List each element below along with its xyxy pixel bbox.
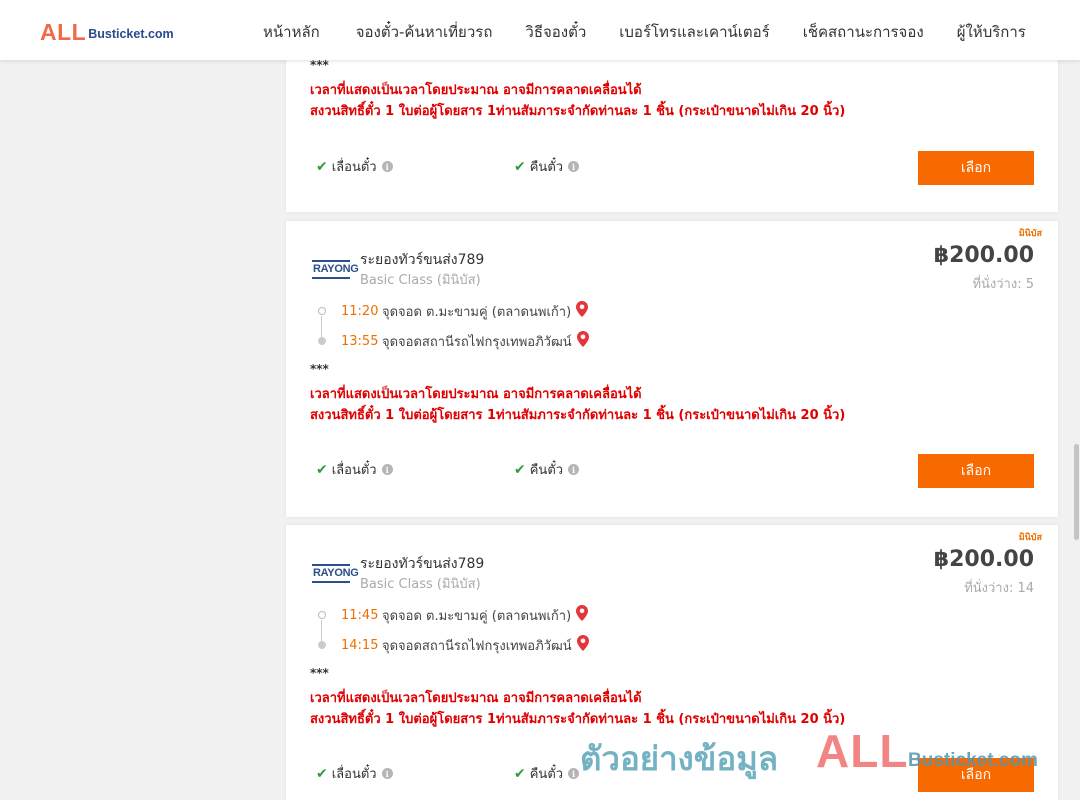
operator-logo: RAYONG bbox=[312, 258, 359, 280]
origin-dot bbox=[318, 611, 326, 619]
scrollbar-thumb[interactable] bbox=[1074, 444, 1079, 540]
ticket-price: ฿200.00 bbox=[933, 547, 1034, 572]
departure-stop: 11:20 จุดจอด ต.มะขามคู่ (ตลาดนพเก้า) bbox=[318, 301, 589, 321]
destination-dot bbox=[318, 337, 326, 345]
luggage-policy: สงวนสิทธิ์ตั๋ว 1 ใบต่อผู้โดยสาร 1ท่านสัม… bbox=[310, 104, 846, 119]
info-icon[interactable]: i bbox=[381, 161, 393, 172]
check-icon: ✔ bbox=[514, 461, 526, 478]
nav-contact-counters[interactable]: เบอร์โทรและเคาน์เตอร์ bbox=[619, 20, 769, 44]
nav-check-booking[interactable]: เช็คสถานะการจอง bbox=[803, 20, 924, 44]
check-icon: ✔ bbox=[316, 461, 328, 478]
destination-dot bbox=[318, 641, 326, 649]
arrival-stop: 13:55 จุดจอดสถานีรถไฟกรุงเทพอภิวัฒน์ bbox=[318, 331, 589, 351]
time-disclaimer: เวลาที่แสดงเป็นเวลาโดยประมาณ อาจมีการคลา… bbox=[310, 83, 642, 98]
departure-stop: 11:45 จุดจอด ต.มะขามคู่ (ตลาดนพเก้า) bbox=[318, 605, 589, 625]
main-nav: หน้าหลัก จองตั๋ว-ค้นหาเที่ยวรถ วิธีจองตั… bbox=[263, 20, 1026, 44]
departure-time: 11:45 bbox=[341, 607, 379, 623]
info-icon[interactable]: i bbox=[568, 768, 580, 779]
arrival-time: 13:55 bbox=[341, 333, 379, 349]
select-button[interactable]: เลือก bbox=[918, 758, 1034, 792]
operator-logo: RAYONG bbox=[312, 562, 359, 584]
arrival-place: จุดจอดสถานีรถไฟกรุงเทพอภิวัฒน์ bbox=[382, 334, 572, 350]
nav-book-search[interactable]: จองตั๋ว-ค้นหาเที่ยวรถ bbox=[356, 20, 493, 44]
bus-type-tag: มินิบัส bbox=[1018, 229, 1042, 239]
logo-main-text: ALL bbox=[40, 19, 87, 45]
arrival-stop: 14:15 จุดจอดสถานีรถไฟกรุงเทพอภิวัฒน์ bbox=[318, 635, 589, 655]
feature-label: เลื่อนตั๋ว bbox=[331, 767, 377, 782]
feature-label: คืนตั๋ว bbox=[529, 463, 564, 478]
time-disclaimer: เวลาที่แสดงเป็นเวลาโดยประมาณ อาจมีการคลา… bbox=[310, 387, 642, 402]
nav-home[interactable]: หน้าหลัก bbox=[263, 20, 320, 44]
feature-label: เลื่อนตั๋ว bbox=[331, 160, 377, 175]
check-icon: ✔ bbox=[316, 158, 328, 175]
bus-type-tag: มินิบัส bbox=[1018, 533, 1042, 543]
note-stars: *** bbox=[310, 58, 329, 72]
feature-label: คืนตั๋ว bbox=[529, 160, 564, 175]
nav-how-to-book[interactable]: วิธีจองตั๋ว bbox=[525, 20, 586, 44]
trip-card: มินิบัส RAYONG ระยองทัวร์ขนส่ง789 Basic … bbox=[286, 221, 1058, 517]
top-navbar: ALL Busticket.com หน้าหลัก จองตั๋ว-ค้นหา… bbox=[0, 0, 1080, 60]
info-icon[interactable]: i bbox=[381, 464, 393, 475]
note-stars: *** bbox=[310, 666, 329, 680]
feature-reschedule: ✔ เลื่อนตั๋ว i bbox=[316, 763, 393, 784]
ticket-price: ฿200.00 bbox=[933, 243, 1034, 268]
select-button[interactable]: เลือก bbox=[918, 151, 1034, 185]
origin-dot bbox=[318, 307, 326, 315]
luggage-policy: สงวนสิทธิ์ตั๋ว 1 ใบต่อผู้โดยสาร 1ท่านสัม… bbox=[310, 712, 846, 727]
check-icon: ✔ bbox=[316, 765, 328, 782]
time-disclaimer: เวลาที่แสดงเป็นเวลาโดยประมาณ อาจมีการคลา… bbox=[310, 691, 642, 706]
operator-name: ระยองทัวร์ขนส่ง789 bbox=[360, 252, 485, 268]
operator-name: ระยองทัวร์ขนส่ง789 bbox=[360, 556, 485, 572]
seats-available: ที่นั่งว่าง: 14 bbox=[964, 581, 1034, 596]
feature-refund: ✔ คืนตั๋ว i bbox=[514, 763, 580, 784]
info-icon[interactable]: i bbox=[381, 768, 393, 779]
check-icon: ✔ bbox=[514, 158, 526, 175]
info-icon[interactable]: i bbox=[568, 161, 580, 172]
bus-class: Basic Class (มินิบัส) bbox=[360, 577, 481, 592]
note-stars: *** bbox=[310, 362, 329, 376]
logo-sub-text: Busticket.com bbox=[88, 27, 174, 41]
luggage-policy: สงวนสิทธิ์ตั๋ว 1 ใบต่อผู้โดยสาร 1ท่านสัม… bbox=[310, 408, 846, 423]
arrival-place: จุดจอดสถานีรถไฟกรุงเทพอภิวัฒน์ bbox=[382, 638, 572, 654]
site-logo[interactable]: ALL Busticket.com bbox=[40, 18, 174, 44]
departure-place: จุดจอด ต.มะขามคู่ (ตลาดนพเก้า) bbox=[382, 304, 572, 320]
trip-card: มินิบัส RAYONG ระยองทัวร์ขนส่ง789 Basic … bbox=[286, 525, 1058, 800]
feature-label: คืนตั๋ว bbox=[529, 767, 564, 782]
check-icon: ✔ bbox=[514, 765, 526, 782]
map-pin-icon[interactable] bbox=[576, 301, 589, 321]
feature-refund: ✔ คืนตั๋ว i bbox=[514, 459, 580, 480]
departure-place: จุดจอด ต.มะขามคู่ (ตลาดนพเก้า) bbox=[382, 608, 572, 624]
map-pin-icon[interactable] bbox=[576, 635, 589, 655]
feature-refund: ✔ คืนตั๋ว i bbox=[514, 156, 580, 177]
map-pin-icon[interactable] bbox=[576, 605, 589, 625]
feature-reschedule: ✔ เลื่อนตั๋ว i bbox=[316, 459, 393, 480]
page-scrollbar[interactable] bbox=[1073, 0, 1080, 800]
bus-class: Basic Class (มินิบัส) bbox=[360, 273, 481, 288]
feature-label: เลื่อนตั๋ว bbox=[331, 463, 377, 478]
nav-operators[interactable]: ผู้ให้บริการ bbox=[957, 20, 1026, 44]
arrival-time: 14:15 bbox=[341, 637, 379, 653]
map-pin-icon[interactable] bbox=[576, 331, 589, 351]
seats-available: ที่นั่งว่าง: 5 bbox=[972, 277, 1034, 292]
departure-time: 11:20 bbox=[341, 303, 379, 319]
select-button[interactable]: เลือก bbox=[918, 454, 1034, 488]
feature-reschedule: ✔ เลื่อนตั๋ว i bbox=[316, 156, 393, 177]
info-icon[interactable]: i bbox=[568, 464, 580, 475]
